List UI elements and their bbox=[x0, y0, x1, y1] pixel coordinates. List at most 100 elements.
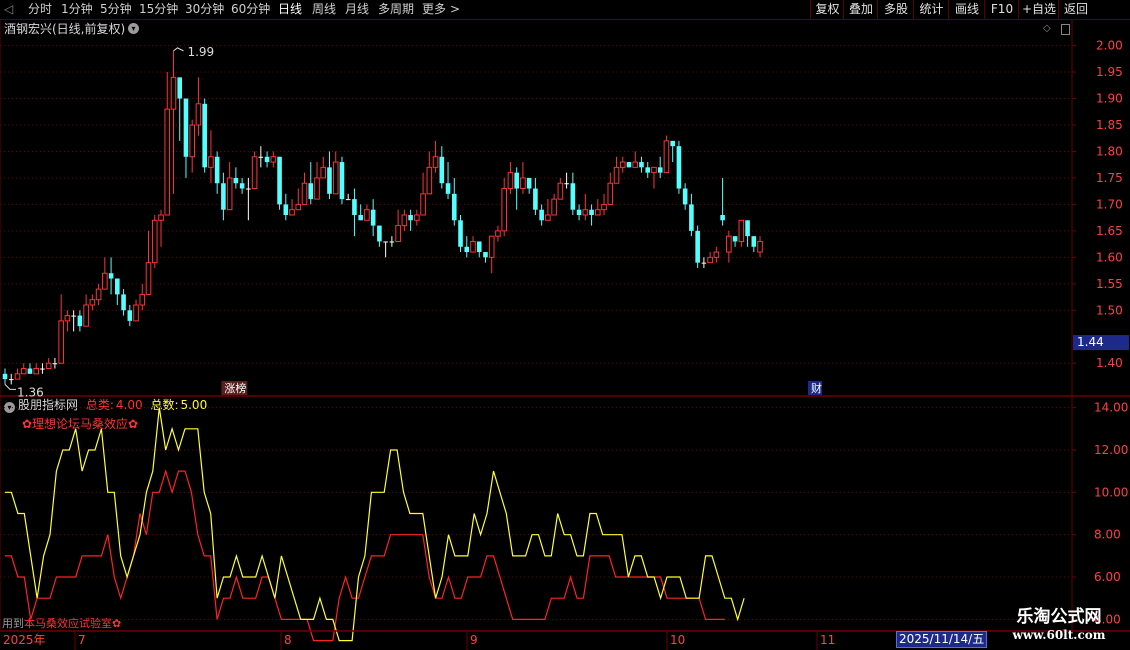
candle-body-16 bbox=[102, 272, 108, 290]
watermark-url: www.60lt.com bbox=[1012, 628, 1106, 642]
candle-body-79 bbox=[495, 230, 501, 237]
main-y-tick-label-8: 1.60 bbox=[1096, 250, 1123, 264]
month-label-2: 9 bbox=[470, 633, 478, 647]
candle-body-71 bbox=[445, 183, 451, 194]
candle-body-85 bbox=[533, 188, 538, 210]
indicator-series-1 bbox=[5, 407, 745, 642]
candle-body-82 bbox=[514, 172, 519, 189]
candle-body-29 bbox=[183, 98, 189, 157]
candle-body-43 bbox=[270, 156, 277, 163]
cursor-date-box: 2025/11/14/五 bbox=[896, 631, 988, 648]
main-y-tick-label-11: 1.40 bbox=[1096, 356, 1123, 370]
candle-body-67 bbox=[420, 193, 426, 216]
candle-body-102 bbox=[639, 162, 644, 168]
candle-body-49 bbox=[308, 183, 314, 200]
candle-body-20 bbox=[127, 310, 133, 321]
candle-body-81 bbox=[507, 172, 514, 190]
candle-body-45 bbox=[283, 204, 289, 215]
main-y-tick-label-6: 1.70 bbox=[1096, 197, 1123, 211]
candle-body-97 bbox=[607, 182, 614, 205]
bottom-left-caption: 用到本马桑效应试验室✿ bbox=[2, 615, 121, 631]
candle-body-14 bbox=[89, 299, 96, 306]
month-label-3: 10 bbox=[670, 633, 685, 647]
candle-body-50 bbox=[314, 177, 320, 200]
candle-body-60 bbox=[377, 225, 382, 242]
candle-body-2 bbox=[14, 373, 21, 380]
candle-body-80 bbox=[501, 188, 507, 232]
low-price-label: 1.36 bbox=[17, 385, 44, 399]
ind-y-tick-label-3: 8.00 bbox=[1094, 528, 1121, 542]
candle-body-6 bbox=[40, 368, 45, 370]
candle-body-12 bbox=[77, 315, 83, 327]
candle-body-3 bbox=[20, 368, 27, 375]
candle-body-88 bbox=[551, 198, 557, 216]
candle-body-46 bbox=[289, 209, 295, 216]
candle-body-0 bbox=[2, 373, 8, 380]
candle-body-52 bbox=[327, 167, 332, 194]
candle-body-7 bbox=[45, 362, 52, 370]
month-label-0: 7 bbox=[78, 633, 86, 647]
event-marker-label-1: 财 bbox=[811, 381, 822, 395]
candle-body-119 bbox=[745, 220, 750, 237]
candle-body-69 bbox=[432, 156, 439, 168]
candle-body-13 bbox=[83, 304, 89, 327]
candle-body-99 bbox=[619, 161, 626, 168]
candle-body-76 bbox=[476, 241, 482, 253]
candle-body-37 bbox=[233, 177, 239, 184]
candle-body-10 bbox=[64, 315, 71, 322]
candle-body-17 bbox=[108, 273, 114, 279]
candle-body-48 bbox=[301, 182, 308, 205]
main-y-tick-label-1: 1.95 bbox=[1096, 65, 1123, 79]
candle-body-1 bbox=[8, 379, 14, 381]
candle-body-91 bbox=[570, 183, 576, 210]
main-y-tick-label-2: 1.90 bbox=[1096, 92, 1123, 106]
candle-body-74 bbox=[464, 246, 470, 253]
current-price-label: 1.44 bbox=[1077, 335, 1104, 349]
candle-body-27 bbox=[170, 76, 177, 110]
main-y-tick-label-0: 2.00 bbox=[1096, 39, 1123, 53]
candle-body-63 bbox=[395, 225, 401, 242]
candle-body-34 bbox=[214, 156, 220, 184]
event-marker-label-0: 涨榜 bbox=[224, 381, 246, 395]
candle-body-64 bbox=[401, 214, 408, 227]
candle-body-86 bbox=[539, 209, 544, 221]
ind-y-tick-label-1: 12.00 bbox=[1094, 443, 1128, 457]
candle-body-61 bbox=[383, 241, 388, 243]
candle-body-25 bbox=[158, 214, 164, 221]
low-arrow bbox=[4, 384, 16, 390]
candle-body-107 bbox=[670, 140, 675, 147]
candle-body-23 bbox=[145, 262, 152, 295]
bottom-left-gray: 用到 bbox=[2, 617, 24, 630]
main-y-tick-label-10: 1.50 bbox=[1096, 303, 1123, 317]
candle-body-32 bbox=[202, 103, 207, 168]
ind-y-tick-label-2: 10.00 bbox=[1094, 485, 1128, 499]
candle-body-38 bbox=[239, 183, 245, 189]
candle-body-100 bbox=[626, 162, 632, 168]
month-label-1: 8 bbox=[284, 633, 292, 647]
candle-body-59 bbox=[370, 209, 376, 226]
candle-body-54 bbox=[339, 162, 345, 200]
candle-body-24 bbox=[151, 219, 158, 264]
candle-body-105 bbox=[657, 167, 663, 173]
candle-body-94 bbox=[589, 209, 594, 215]
main-y-tick-label-4: 1.80 bbox=[1096, 144, 1123, 158]
high-price-label: 1.99 bbox=[187, 45, 214, 59]
candle-body-35 bbox=[221, 183, 226, 210]
bottom-left-red: 本马桑效应试验室✿ bbox=[24, 617, 122, 630]
candle-body-9 bbox=[58, 320, 64, 364]
candle-body-117 bbox=[732, 236, 738, 242]
candle-body-26 bbox=[164, 108, 171, 216]
year-label: 2025年 bbox=[3, 633, 46, 647]
candle-body-55 bbox=[345, 199, 351, 201]
candle-body-95 bbox=[595, 209, 601, 216]
candle-body-72 bbox=[451, 193, 457, 221]
candle-body-120 bbox=[751, 236, 757, 247]
candle-body-118 bbox=[738, 219, 745, 242]
candle-body-96 bbox=[601, 203, 607, 211]
candle-body-108 bbox=[676, 146, 682, 189]
chart-canvas[interactable]: 2.00 1.95 1.90 1.85 1.80 1.75 1.70 1.65 1.60 1.55… bbox=[0, 0, 1130, 650]
ind-y-tick-label-0: 14.00 bbox=[1094, 401, 1128, 415]
candle-body-44 bbox=[277, 156, 282, 205]
candle-body-11 bbox=[71, 315, 76, 317]
candle-body-110 bbox=[689, 204, 694, 231]
